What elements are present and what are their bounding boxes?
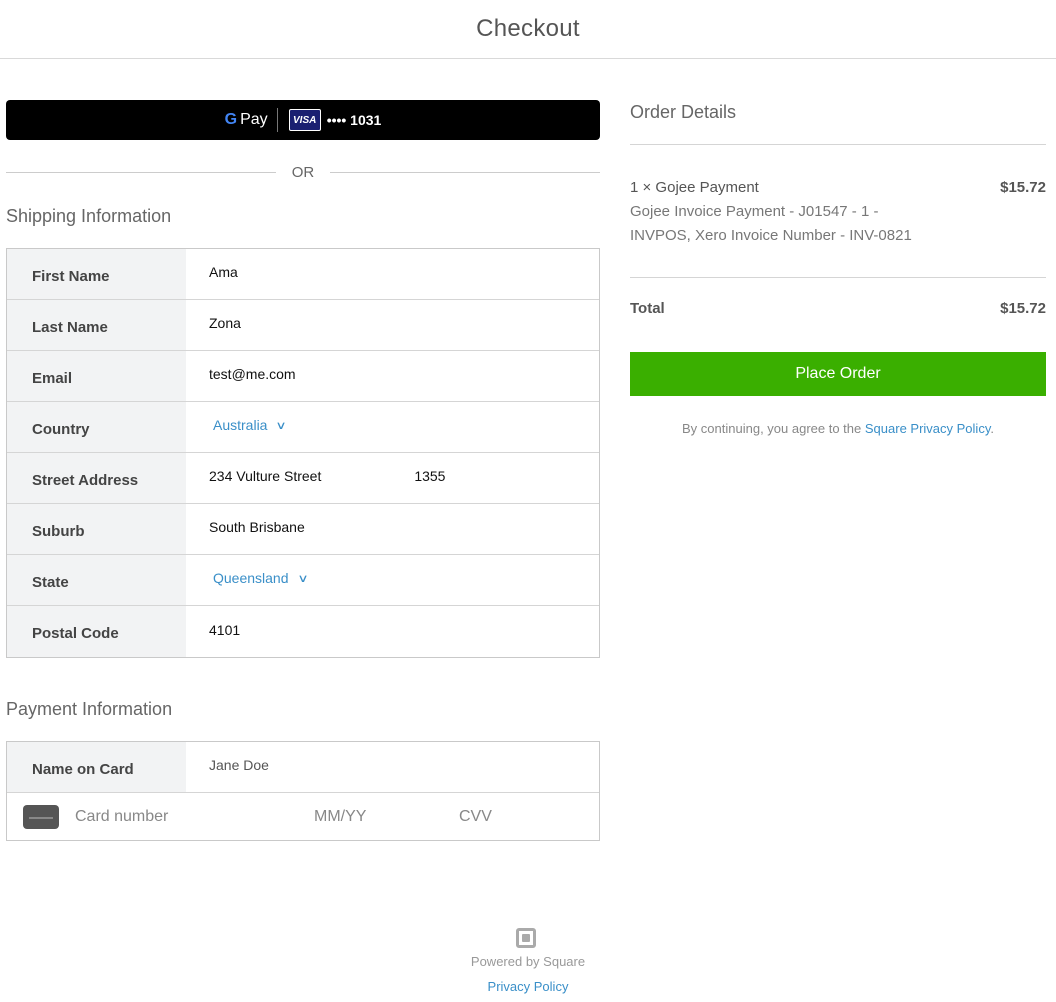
postal-row: Postal Code 4101 [7, 606, 599, 657]
or-text: OR [291, 164, 315, 181]
email-row: Email test@me.com [7, 351, 599, 402]
state-value: Queensland [213, 570, 289, 586]
street-label: Street Address [7, 453, 186, 503]
state-select[interactable]: Queensland ∨ [186, 555, 599, 605]
card-last4: •••• 1031 [326, 112, 382, 128]
powered-by-square: Powered by Square [470, 954, 586, 969]
suburb-label: Suburb [7, 504, 186, 554]
shipping-title: Shipping Information [6, 206, 172, 226]
last-name-label: Last Name [7, 300, 186, 350]
page-header: Checkout [0, 0, 1056, 59]
order-item-name: 1 × Gojee Payment [630, 179, 759, 196]
card-details-row: Card number MM/YY CVV [7, 793, 599, 840]
postal-label: Postal Code [7, 606, 186, 657]
country-select[interactable]: Australia ∨ [186, 402, 599, 452]
google-g-icon: G [224, 111, 238, 128]
order-details-title: Order Details [630, 102, 737, 122]
suburb-field[interactable]: South Brisbane [186, 504, 599, 554]
name-on-card-row: Name on Card Jane Doe [7, 742, 599, 793]
google-pay-logo: G Pay [225, 111, 268, 129]
square-logo-icon [516, 928, 536, 948]
place-order-button[interactable]: Place Order [630, 352, 1046, 396]
gpay-divider [276, 108, 278, 132]
first-name-label: First Name [7, 249, 186, 299]
street-value: 234 Vulture Street [209, 468, 322, 484]
chevron-down-icon: ∨ [275, 419, 288, 432]
order-divider-top [630, 144, 1046, 145]
street-field[interactable]: 234 Vulture Street 1355 [186, 453, 599, 503]
cvv-input[interactable]: CVV [459, 808, 492, 826]
chevron-down-icon: ∨ [296, 572, 309, 585]
order-item-description: Gojee Invoice Payment - J01547 - 1 - INV… [630, 203, 912, 244]
state-row: State Queensland ∨ [7, 555, 599, 606]
postal-field[interactable]: 4101 [186, 606, 599, 657]
email-label: Email [7, 351, 186, 401]
google-pay-button[interactable]: G Pay VISA •••• 1031 [6, 100, 600, 140]
first-name-field[interactable]: Ama [186, 249, 599, 299]
order-total: Total $15.72 [630, 300, 1046, 317]
order-item: 1 × Gojee Payment Gojee Invoice Payment … [630, 176, 1046, 248]
credit-card-icon [23, 804, 59, 829]
or-line-right [330, 172, 600, 173]
order-item-price: $15.72 [1000, 179, 1046, 196]
or-line-left [6, 172, 276, 173]
last-name-field[interactable]: Zona [186, 300, 599, 350]
card-number-input[interactable]: Card number [75, 808, 314, 826]
expiry-input[interactable]: MM/YY [314, 808, 459, 826]
or-divider: OR [6, 163, 600, 183]
first-name-row: First Name Ama [7, 249, 599, 300]
country-row: Country Australia ∨ [7, 402, 599, 453]
email-field[interactable]: test@me.com [186, 351, 599, 401]
page-title: Checkout [476, 15, 580, 42]
suburb-row: Suburb South Brisbane [7, 504, 599, 555]
payment-form: Name on Card Jane Doe Card number MM/YY … [6, 741, 600, 841]
payment-title: Payment Information [6, 699, 173, 719]
total-amount: $15.72 [1000, 300, 1046, 317]
last-name-row: Last Name Zona [7, 300, 599, 351]
state-label: State [7, 555, 186, 605]
street-row: Street Address 234 Vulture Street 1355 [7, 453, 599, 504]
country-label: Country [7, 402, 186, 452]
street-extra-value: 1355 [414, 468, 446, 484]
country-value: Australia [213, 417, 268, 433]
agreement-text: By continuing, you agree to the Square P… [630, 421, 1046, 436]
google-pay-label: Pay [240, 111, 268, 128]
square-privacy-policy-link[interactable]: Square Privacy Policy [865, 421, 990, 436]
agree-text: By continuing, you agree to the [682, 421, 862, 436]
privacy-policy-link[interactable]: Privacy Policy [0, 979, 1056, 994]
total-label: Total [630, 300, 665, 317]
name-on-card-label: Name on Card [7, 742, 186, 792]
shipping-form: First Name Ama Last Name Zona Email test… [6, 248, 600, 658]
agree-end: . [990, 421, 994, 436]
order-divider-bottom [630, 277, 1046, 278]
visa-card-icon: VISA [288, 109, 321, 131]
name-on-card-field[interactable]: Jane Doe [186, 742, 599, 792]
